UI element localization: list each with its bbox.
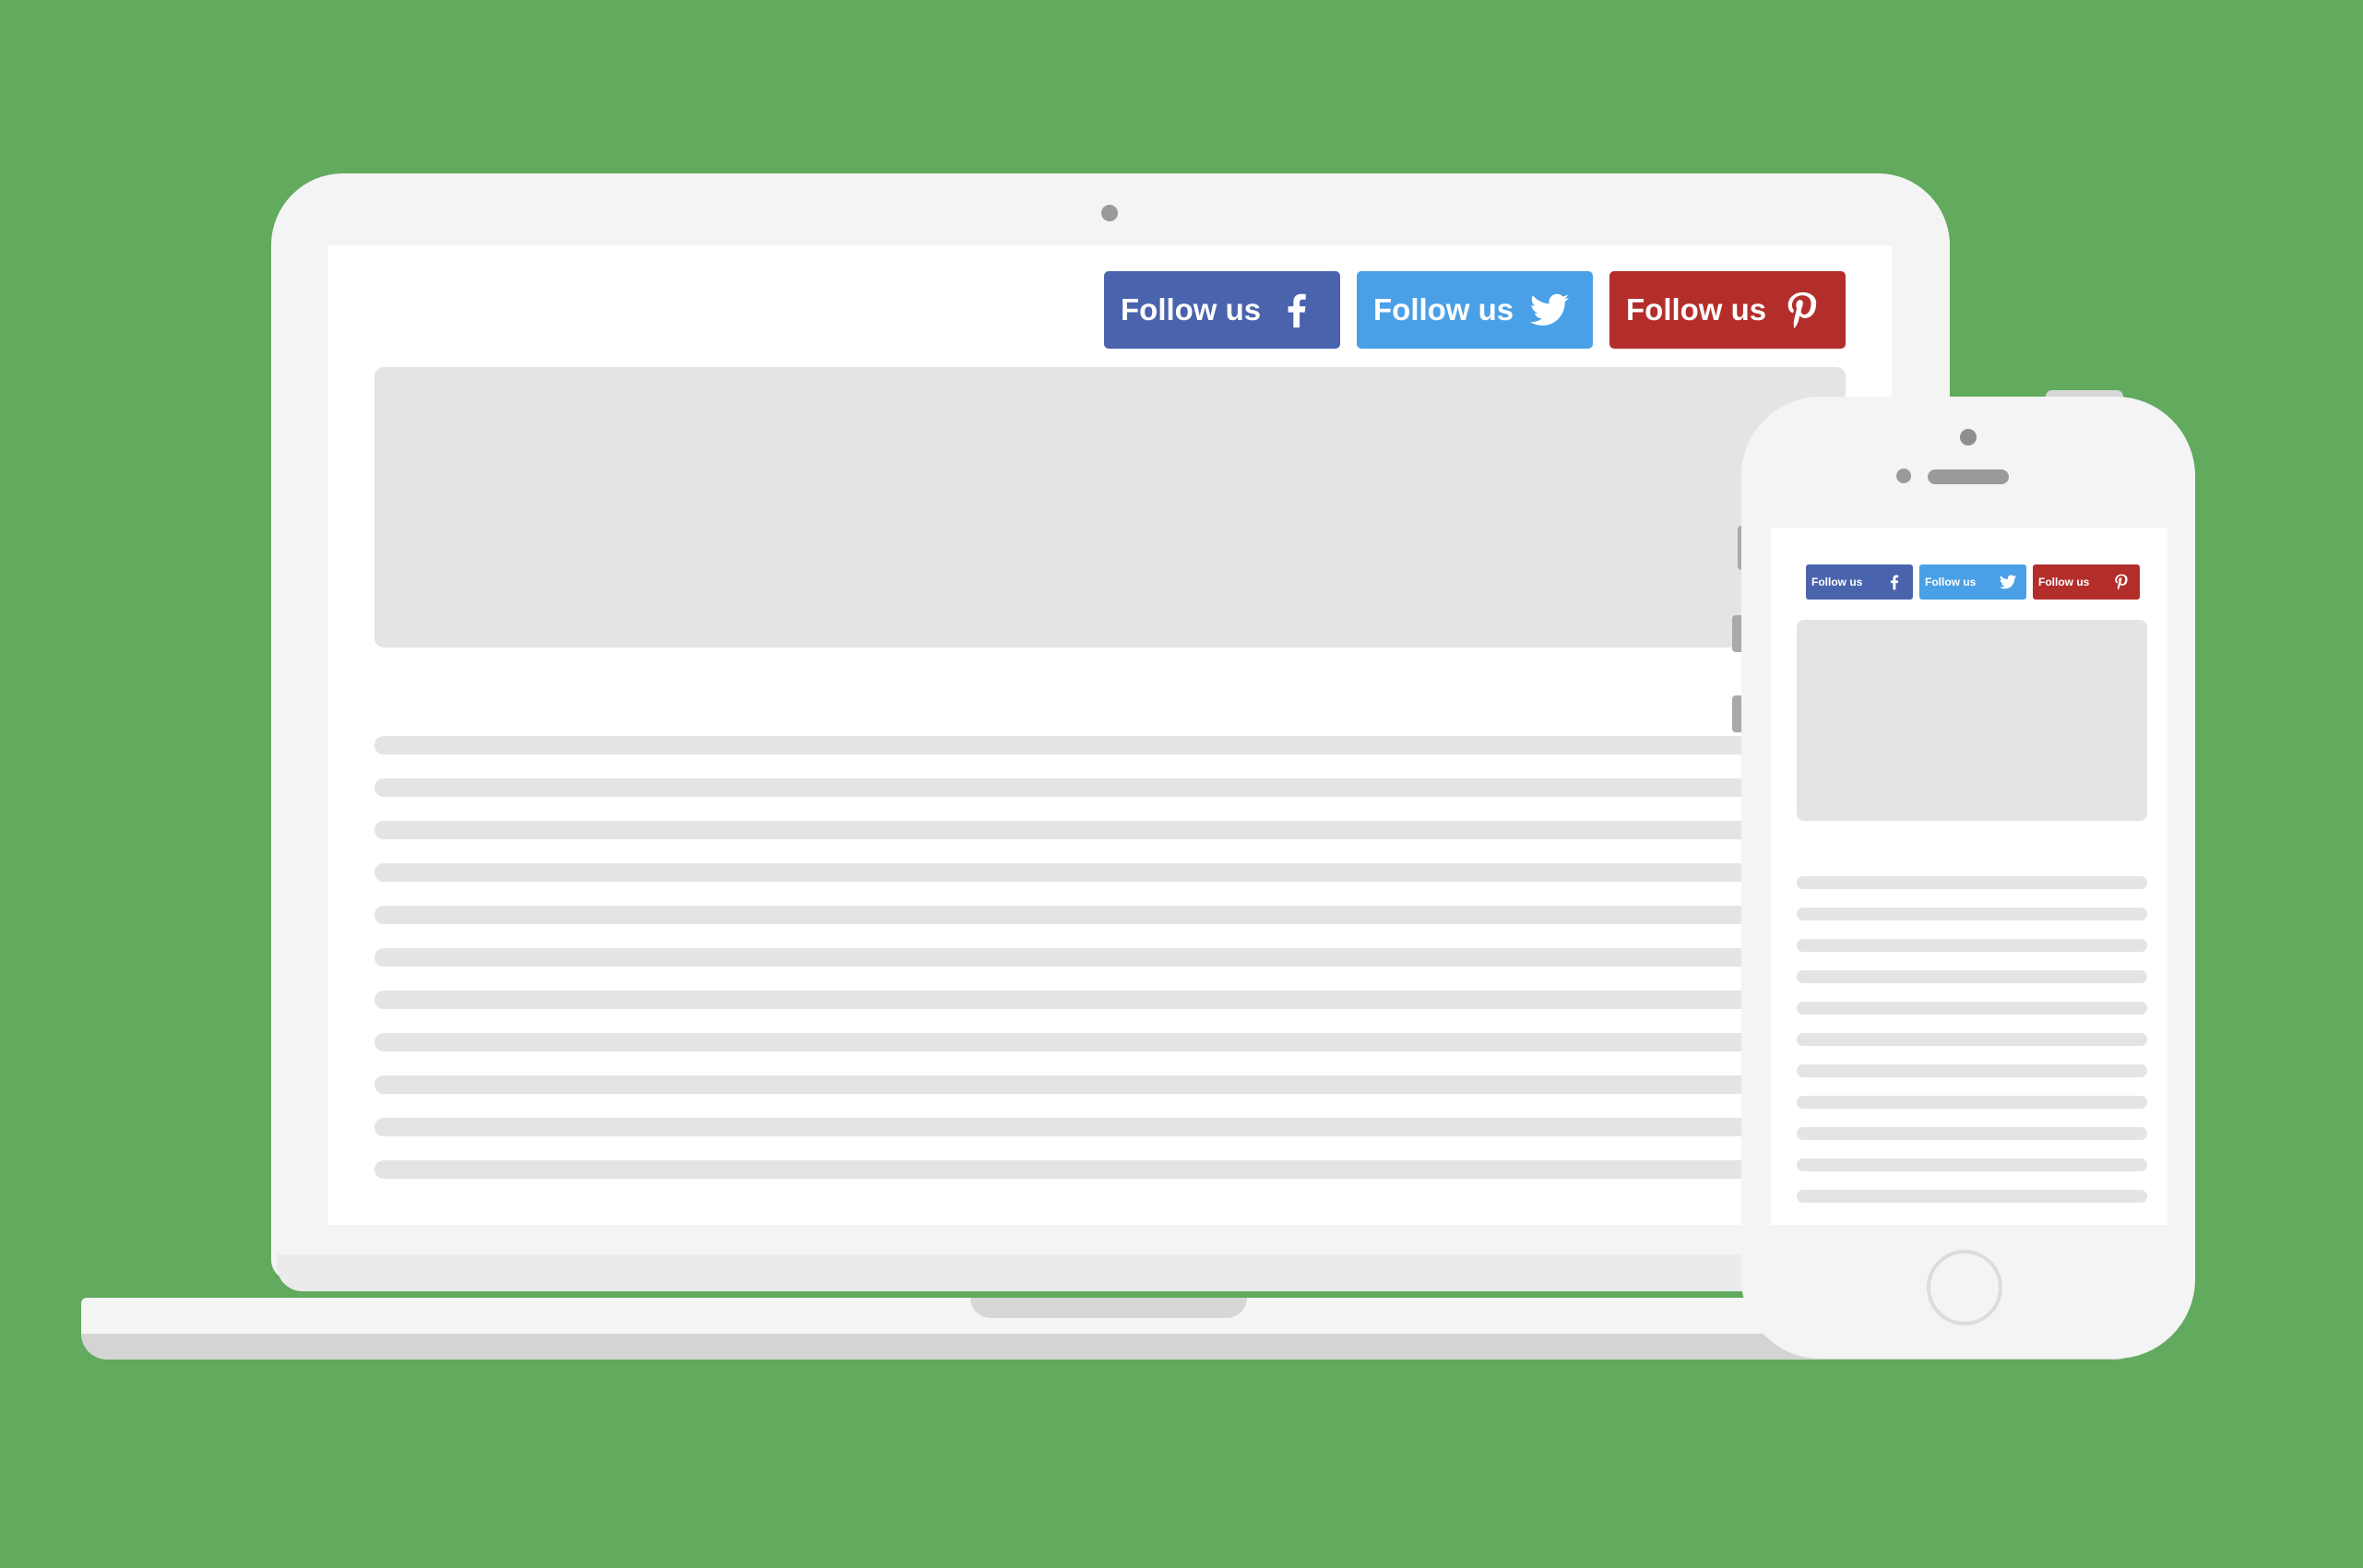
placeholder-text-line — [374, 1033, 1846, 1051]
facebook-follow-button[interactable]: Follow us — [1104, 271, 1340, 349]
laptop-screen: Follow us Follow us Follow us — [328, 245, 1892, 1225]
pinterest-follow-button[interactable]: Follow us — [1609, 271, 1846, 349]
phone-sensor — [1896, 469, 1911, 483]
placeholder-text-line — [1797, 939, 2147, 952]
placeholder-text-line — [374, 1075, 1846, 1094]
placeholder-text-line — [1797, 1002, 2147, 1015]
laptop-hero-placeholder — [374, 367, 1846, 647]
illustration-stage: Follow us Follow us Follow us Follow us … — [0, 0, 2363, 1568]
placeholder-text-line — [374, 821, 1846, 839]
placeholder-text-line — [1797, 908, 2147, 921]
twitter-follow-button[interactable]: Follow us — [1357, 271, 1593, 349]
facebook-follow-label: Follow us — [1121, 292, 1262, 327]
twitter-follow-button[interactable]: Follow us — [1919, 564, 2026, 600]
laptop-hinge-notch — [970, 1298, 1247, 1318]
phone-content-lines — [1797, 876, 2147, 1221]
phone-camera — [1960, 429, 1977, 445]
phone-hero-placeholder — [1797, 620, 2147, 821]
twitter-icon — [1999, 573, 2017, 591]
placeholder-text-line — [374, 778, 1846, 797]
phone-screen: Follow us Follow us Follow us — [1771, 528, 2167, 1225]
phone-home-button — [1927, 1250, 2002, 1325]
pinterest-follow-label: Follow us — [1626, 292, 1767, 327]
placeholder-text-line — [374, 736, 1846, 754]
facebook-icon — [1885, 573, 1904, 591]
laptop-follow-buttons: Follow us Follow us Follow us — [1104, 271, 1846, 349]
placeholder-text-line — [1797, 1064, 2147, 1077]
placeholder-text-line — [374, 948, 1846, 967]
pinterest-follow-label: Follow us — [2038, 576, 2090, 588]
laptop-camera — [1101, 205, 1118, 221]
placeholder-text-line — [374, 906, 1846, 924]
phone-follow-buttons: Follow us Follow us Follow us — [1806, 564, 2140, 600]
twitter-icon — [1528, 289, 1571, 331]
facebook-follow-label: Follow us — [1811, 576, 1863, 588]
placeholder-text-line — [374, 863, 1846, 882]
placeholder-text-line — [1797, 970, 2147, 983]
phone-speaker — [1928, 469, 2009, 484]
facebook-icon — [1276, 289, 1318, 331]
twitter-follow-label: Follow us — [1925, 576, 1977, 588]
laptop-chin — [277, 1254, 1946, 1291]
placeholder-text-line — [1797, 876, 2147, 889]
facebook-follow-button[interactable]: Follow us — [1806, 564, 1913, 600]
placeholder-text-line — [1797, 1096, 2147, 1109]
pinterest-icon — [2112, 573, 2131, 591]
laptop-content-lines — [374, 736, 1846, 1203]
placeholder-text-line — [1797, 1033, 2147, 1046]
placeholder-text-line — [1797, 1127, 2147, 1140]
twitter-follow-label: Follow us — [1373, 292, 1514, 327]
placeholder-text-line — [1797, 1158, 2147, 1171]
placeholder-text-line — [374, 1160, 1846, 1179]
pinterest-follow-button[interactable]: Follow us — [2033, 564, 2140, 600]
placeholder-text-line — [1797, 1190, 2147, 1203]
placeholder-text-line — [374, 991, 1846, 1009]
placeholder-text-line — [374, 1118, 1846, 1136]
pinterest-icon — [1781, 289, 1823, 331]
